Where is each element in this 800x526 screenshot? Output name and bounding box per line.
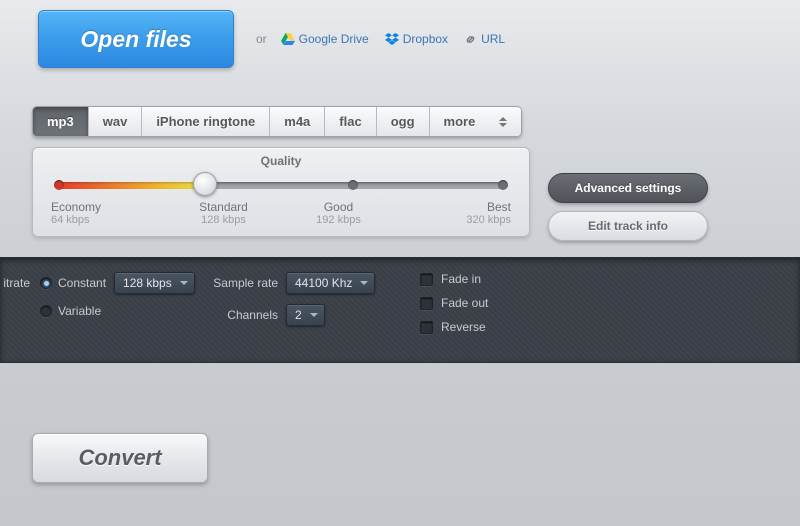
open-files-row: Open files or Google Drive Dropbox URL [0,0,800,82]
quality-stop-name: Good [281,200,396,214]
edit-track-info-label: Edit track info [588,219,668,233]
format-tab-label: wav [103,114,128,129]
bitrate-dropdown[interactable]: 128 kbps [114,272,195,294]
slider-notch-good [348,180,358,190]
format-tab-label: mp3 [47,114,74,129]
advanced-settings-label: Advanced settings [575,181,682,195]
format-tab-label: ogg [391,114,415,129]
channels-dropdown[interactable]: 2 [286,304,325,326]
bitrate-value: 128 kbps [123,276,172,290]
reverse-label: Reverse [441,320,486,334]
bitrate-constant-label: Constant [58,276,106,290]
or-text: or [256,32,267,46]
dropbox-link[interactable]: Dropbox [385,32,448,46]
quality-stop-bitrate: 128 kbps [201,214,246,226]
format-tab-flac[interactable]: flac [325,107,376,136]
format-tab-ogg[interactable]: ogg [377,107,430,136]
channels-value: 2 [295,308,302,322]
quality-stop-bitrate: 320 kbps [466,214,511,226]
sample-rate-dropdown[interactable]: 44100 Khz [286,272,375,294]
advanced-panel: itrate Constant 128 kbps Variable Sample… [0,257,800,363]
open-files-button[interactable]: Open files [38,10,234,68]
quality-panel: Quality Economy64 kbps Standard128 kbps … [32,147,530,237]
format-tab-more[interactable]: more [430,107,522,136]
chevron-down-icon [180,281,188,285]
sample-rate-value: 44100 Khz [295,276,352,290]
slider-notch-best [498,180,508,190]
quality-row: Quality Economy64 kbps Standard128 kbps … [0,137,800,241]
quality-stop-name: Economy [51,200,166,214]
url-link[interactable]: URL [464,32,505,46]
quality-stop-name: Standard [166,200,281,214]
fade-in-label: Fade in [441,272,481,286]
format-tab-iphone-ringtone[interactable]: iPhone ringtone [142,107,270,136]
format-tab-label: m4a [284,114,310,129]
dropbox-icon [385,33,399,45]
google-drive-icon [281,33,295,45]
slider-handle[interactable] [193,172,217,196]
google-drive-label: Google Drive [299,32,369,46]
format-tabs: mp3 wav iPhone ringtone m4a flac ogg more [32,106,522,137]
bitrate-variable-label: Variable [58,304,101,318]
channels-label: Channels [200,308,278,322]
chevron-down-icon [360,281,368,285]
quality-labels: Economy64 kbps Standard128 kbps Good192 … [51,200,511,226]
convert-row: Convert [0,363,800,483]
sample-rate-label: Sample rate [200,276,278,290]
quality-stop-name: Best [396,200,511,214]
reverse-checkbox[interactable] [420,321,433,334]
fade-out-checkbox[interactable] [420,297,433,310]
side-buttons: Advanced settings Edit track info [548,147,708,241]
format-tab-label: flac [339,114,361,129]
format-tab-label: more [444,114,476,129]
quality-stop-bitrate: 192 kbps [316,214,361,226]
url-label: URL [481,32,505,46]
format-tab-label: iPhone ringtone [156,114,255,129]
slider-notch-economy [54,180,64,190]
open-files-label: Open files [80,26,191,53]
format-tab-mp3[interactable]: mp3 [33,107,89,136]
quality-stop-bitrate: 64 kbps [51,214,90,226]
bitrate-label: itrate [0,276,30,290]
fade-in-checkbox[interactable] [420,273,433,286]
link-icon [464,33,477,46]
quality-title: Quality [51,154,511,168]
convert-label: Convert [78,445,161,471]
edit-track-info-button[interactable]: Edit track info [548,211,708,241]
chevron-down-icon [310,313,318,317]
quality-slider[interactable] [57,178,505,192]
advanced-settings-button[interactable]: Advanced settings [548,173,708,203]
more-chevron-icon [499,117,507,127]
slider-fill [57,182,205,189]
fade-out-label: Fade out [441,296,488,310]
google-drive-link[interactable]: Google Drive [281,32,369,46]
bitrate-variable-radio[interactable] [40,305,52,317]
convert-button[interactable]: Convert [32,433,208,483]
bitrate-constant-radio[interactable] [40,277,52,289]
dropbox-label: Dropbox [403,32,448,46]
format-tab-wav[interactable]: wav [89,107,143,136]
format-tab-m4a[interactable]: m4a [270,107,325,136]
format-tabs-row: mp3 wav iPhone ringtone m4a flac ogg more [0,82,800,137]
